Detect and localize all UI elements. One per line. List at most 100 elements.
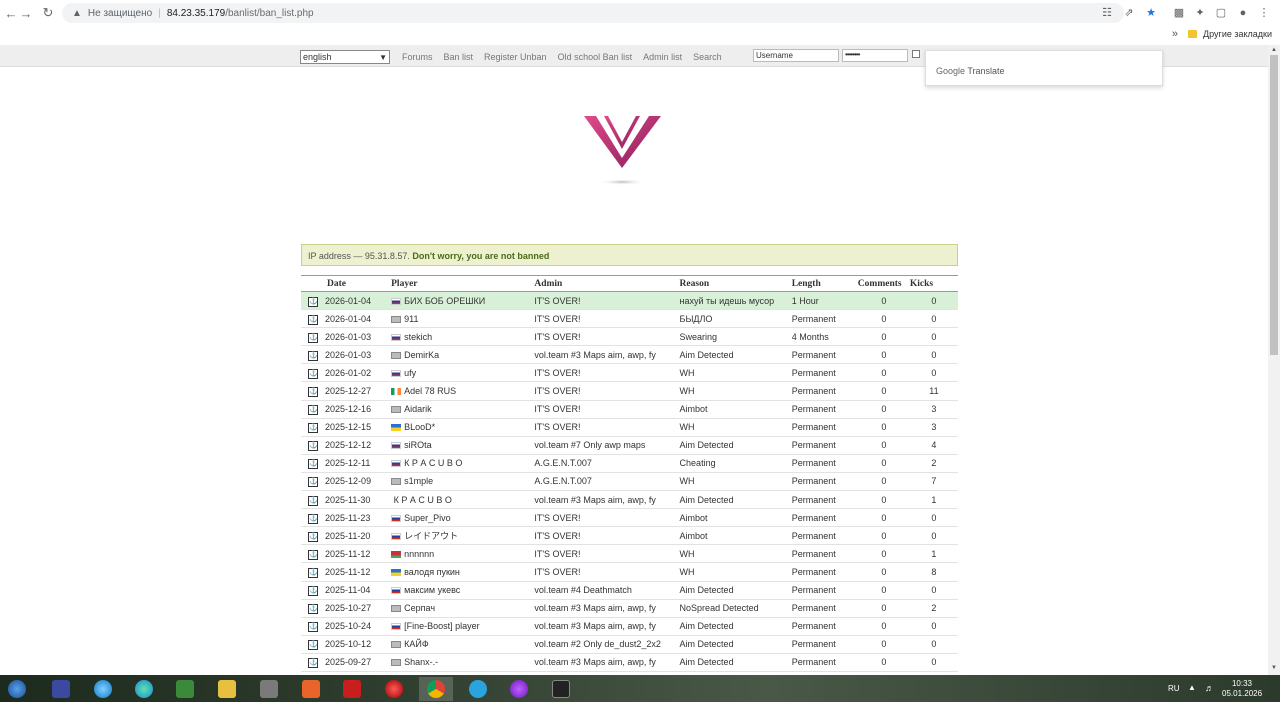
header-reason[interactable]: Reason [679,275,792,292]
nav-ban-list[interactable]: Ban list [444,52,474,62]
header-player[interactable]: Player [391,275,535,292]
player-silhouette-icon[interactable]: ⚓ [308,332,319,343]
tray-expand-icon[interactable]: ▲ [1188,683,1196,692]
media-app-icon[interactable] [544,677,578,701]
nav-admin-list[interactable]: Admin list [643,52,682,62]
player-silhouette-icon[interactable]: ⚓ [308,640,319,651]
table-row[interactable]: ⚓ 2025-11-12 валодя пукин IT'S OVER! WH Perma… [301,562,958,582]
player-silhouette-icon[interactable]: ⚓ [308,549,319,560]
header-date[interactable]: Date [325,275,392,292]
forward-icon[interactable]: → [15,2,37,24]
table-row[interactable]: ⚓ 2026-01-02 ufy IT'S OVER! WH Permanent 0 0 [301,363,958,383]
player-silhouette-icon[interactable]: ⚓ [308,622,319,633]
player-silhouette-icon[interactable]: ⚓ [308,387,319,398]
cell-player: BLooD* [391,418,535,437]
table-row[interactable]: ⚓ 2025-12-11 К Р А С U В О A.G.E.N.T.007 Che… [301,454,958,473]
share-icon[interactable]: ⇗ [1122,6,1136,20]
start-icon[interactable] [0,677,34,701]
opera-icon[interactable] [377,677,411,701]
cell-date: 2025-11-12 [325,562,392,582]
google-translate-popup[interactable]: Google Translate [925,50,1163,86]
header-admin[interactable]: Admin [534,275,680,292]
puzzle-icon[interactable]: ✦ [1193,6,1207,20]
translate-icon[interactable]: ☷ [1100,6,1114,20]
player-silhouette-icon[interactable]: ⚓ [308,459,319,470]
bookmark-star-icon[interactable]: ★ [1144,6,1158,20]
other-bookmarks[interactable]: Другие закладки [1188,29,1272,39]
password-input[interactable]: •••••••• [842,49,908,62]
explorer-icon[interactable] [210,677,244,701]
player-silhouette-icon[interactable]: ⚓ [308,567,319,578]
header-length[interactable]: Length [791,275,858,292]
table-row[interactable]: ⚓ 2025-11-12 nnnnnn IT'S OVER! WH Permanent 0 1 [301,544,958,564]
table-row[interactable]: ⚓ 2025-10-24 [Fine-Boost] player vol.team #… [301,617,958,636]
player-silhouette-icon[interactable]: ⚓ [308,350,319,361]
scroll-up-icon[interactable]: ▲ [1271,47,1277,53]
table-row[interactable]: ⚓ 2025-10-12 КАЙФ vol.team #2 Only de_dust2… [301,635,958,654]
language-select[interactable]: english ▼ [300,50,390,64]
nav-forums[interactable]: Forums [402,52,433,62]
country-flag-icon [391,424,402,432]
table-row[interactable]: ⚓ 2025-12-09 s1mple A.G.E.N.T.007 WH Permanen… [301,472,958,492]
menu-dots-icon[interactable]: ⋮ [1257,6,1271,20]
table-row[interactable]: ⚓ 2025-11-23 Super_Pivo IT'S OVER! Aimbot Per… [301,508,958,528]
player-silhouette-icon[interactable]: ⚓ [308,441,319,452]
player-silhouette-icon[interactable]: ⚓ [308,531,319,542]
header-comments[interactable]: Comments [857,275,910,292]
username-input[interactable]: Username [753,49,839,62]
tools-icon[interactable] [252,677,286,701]
chart-app-icon[interactable] [168,677,202,701]
table-row[interactable]: ⚓ 2025-09-27 Shanx-.- vol.team #3 Maps aim,… [301,653,958,672]
reload-icon[interactable]: ↻ [37,2,59,24]
table-row[interactable]: ⚓ 2025-10-27 Серпач vol.team #3 Maps aim, a… [301,599,958,618]
scroll-thumb[interactable] [1270,55,1278,355]
table-row[interactable]: ⚓ 2026-01-03 stekich IT'S OVER! Swearing 4 Mo… [301,327,958,347]
ie-icon[interactable] [86,677,120,701]
chrome-icon[interactable] [419,677,453,701]
table-row[interactable]: ⚓ 2025-11-30 К Р А С U В О vol.team #3 Map… [301,490,958,510]
purple-app-icon[interactable] [502,677,536,701]
player-silhouette-icon[interactable]: ⚓ [308,495,319,506]
table-row[interactable]: ⚓ 2026-01-04 911 IT'S OVER! БЫДЛО Permanent 0 0 [301,309,958,329]
player-silhouette-icon[interactable]: ⚓ [308,604,319,615]
nav-old-school-ban-list[interactable]: Old school Ban list [558,52,633,62]
table-row[interactable]: ⚓ 2026-01-04 БИХ БОБ ОРЕШКИ IT'S OVER! нахуй… [301,291,958,311]
warning-icon[interactable]: ▲ [72,8,82,19]
player-silhouette-icon[interactable]: ⚓ [308,423,319,434]
player-silhouette-icon[interactable]: ⚓ [308,314,319,325]
tray-clock[interactable]: 10:33 05.01.2026 [1222,679,1262,699]
nav-register-unban[interactable]: Register Unban [484,52,547,62]
table-row[interactable]: ⚓ 2025-11-20 レイドアウト IT'S OVER! Aimbot Permane… [301,526,958,546]
telegram-icon[interactable] [461,677,495,701]
scroll-down-icon[interactable]: ▼ [1271,665,1277,671]
volume-icon[interactable]: ♬ [1205,683,1214,693]
player-silhouette-icon[interactable]: ⚓ [308,513,319,524]
player-silhouette-icon[interactable]: ⚓ [308,405,319,416]
tray-language[interactable]: RU [1168,684,1180,693]
security-label[interactable]: Не защищено [88,8,152,19]
page-scrollbar[interactable]: ▲ ▼ [1268,45,1280,675]
profile-icon[interactable]: ● [1236,6,1250,20]
address-field[interactable]: ▲ Не защищено | 84.23.35.179/banlist/ban… [62,3,1124,23]
player-silhouette-icon[interactable]: ⚓ [308,658,319,669]
table-row[interactable]: ⚓ 2025-11-04 максим укевс vol.team #4 Death… [301,581,958,600]
table-row[interactable]: ⚓ 2025-12-27 Adel 78 RUS IT'S OVER! WH Perman… [301,381,958,401]
table-row[interactable]: ⚓ 2025-12-16 Aidarik IT'S OVER! Aimbot Perman… [301,400,958,419]
player-silhouette-icon[interactable]: ⚓ [308,586,319,597]
header-kicks[interactable]: Kicks [909,275,958,292]
player-silhouette-icon[interactable]: ⚓ [308,368,319,379]
sidepanel-icon[interactable]: ▢ [1214,6,1228,20]
nav-search[interactable]: Search [693,52,722,62]
filezilla-icon[interactable] [335,677,369,701]
game-icon[interactable] [44,677,78,701]
table-row[interactable]: ⚓ 2026-01-03 DemirKa vol.team #3 Maps aim, … [301,345,958,365]
player-silhouette-icon[interactable]: ⚓ [308,477,319,488]
player-silhouette-icon[interactable]: ⚓ [308,296,319,307]
table-row[interactable]: ⚓ 2025-12-12 siROta vol.team #7 Only awp ma… [301,436,958,455]
edge-icon[interactable] [127,677,161,701]
table-row[interactable]: ⚓ 2025-12-15 BLooD* IT'S OVER! WH Permanent 0 3 [301,418,958,437]
remember-checkbox[interactable] [912,50,920,58]
bookmarks-overflow-icon[interactable]: » [1172,28,1178,40]
orange-app-icon[interactable] [294,677,328,701]
extension-icon[interactable]: ▩ [1172,6,1186,20]
